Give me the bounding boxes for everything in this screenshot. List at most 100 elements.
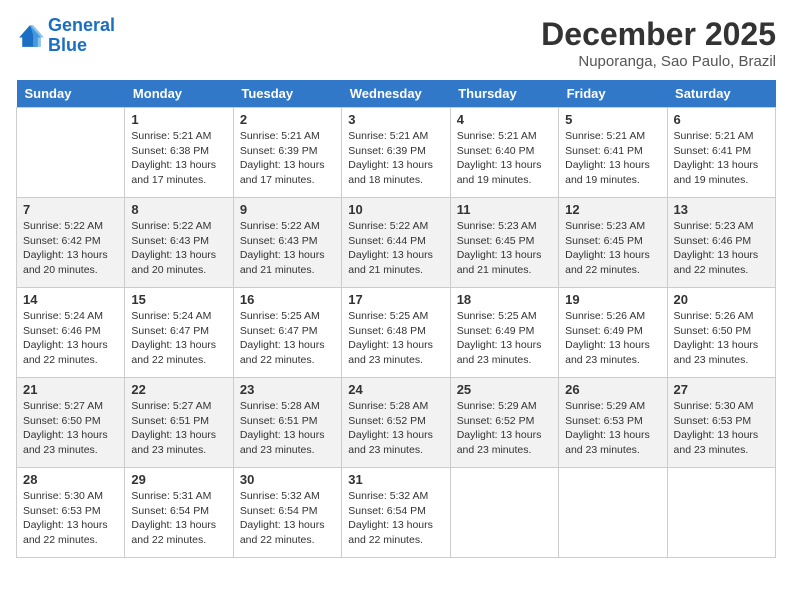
- day-info: Sunrise: 5:22 AMSunset: 6:42 PMDaylight:…: [23, 219, 118, 278]
- calendar-cell: 24 Sunrise: 5:28 AMSunset: 6:52 PMDayligh…: [342, 378, 450, 468]
- day-number: 28: [23, 472, 118, 487]
- calendar-cell: 26 Sunrise: 5:29 AMSunset: 6:53 PMDayligh…: [559, 378, 667, 468]
- calendar-cell: 13 Sunrise: 5:23 AMSunset: 6:46 PMDayligh…: [667, 198, 775, 288]
- calendar-cell: 25 Sunrise: 5:29 AMSunset: 6:52 PMDayligh…: [450, 378, 558, 468]
- day-number: 19: [565, 292, 660, 307]
- day-info: Sunrise: 5:27 AMSunset: 6:51 PMDaylight:…: [131, 399, 226, 458]
- day-info: Sunrise: 5:28 AMSunset: 6:51 PMDaylight:…: [240, 399, 335, 458]
- logo-text: General Blue: [48, 16, 115, 56]
- calendar-cell: 11 Sunrise: 5:23 AMSunset: 6:45 PMDayligh…: [450, 198, 558, 288]
- day-number: 12: [565, 202, 660, 217]
- day-info: Sunrise: 5:24 AMSunset: 6:46 PMDaylight:…: [23, 309, 118, 368]
- day-number: 30: [240, 472, 335, 487]
- day-info: Sunrise: 5:28 AMSunset: 6:52 PMDaylight:…: [348, 399, 443, 458]
- calendar-cell: 31 Sunrise: 5:32 AMSunset: 6:54 PMDayligh…: [342, 468, 450, 558]
- calendar-cell: 15Sunrise: 5:24 AMSunset: 6:47 PMDayligh…: [125, 288, 233, 378]
- page-header: General Blue December 2025 Nuporanga, Sa…: [16, 16, 776, 70]
- day-number: 22: [131, 382, 226, 397]
- calendar-cell: 16 Sunrise: 5:25 AMSunset: 6:47 PMDayligh…: [233, 288, 341, 378]
- calendar-cell: 4 Sunrise: 5:21 AMSunset: 6:40 PMDaylight…: [450, 108, 558, 198]
- day-info: Sunrise: 5:29 AMSunset: 6:53 PMDaylight:…: [565, 399, 660, 458]
- weekday-header: Friday: [559, 80, 667, 108]
- day-info: Sunrise: 5:21 AMSunset: 6:39 PMDaylight:…: [240, 129, 335, 188]
- day-number: 5: [565, 112, 660, 127]
- day-number: 8: [131, 202, 226, 217]
- calendar-table: SundayMondayTuesdayWednesdayThursdayFrid…: [16, 80, 776, 558]
- day-info: Sunrise: 5:22 AMSunset: 6:44 PMDaylight:…: [348, 219, 443, 278]
- calendar-cell: 17 Sunrise: 5:25 AMSunset: 6:48 PMDayligh…: [342, 288, 450, 378]
- calendar-cell: [450, 468, 558, 558]
- calendar-cell: 22 Sunrise: 5:27 AMSunset: 6:51 PMDayligh…: [125, 378, 233, 468]
- calendar-cell: 12 Sunrise: 5:23 AMSunset: 6:45 PMDayligh…: [559, 198, 667, 288]
- day-info: Sunrise: 5:25 AMSunset: 6:47 PMDaylight:…: [240, 309, 335, 368]
- calendar-cell: 1 Sunrise: 5:21 AMSunset: 6:38 PMDaylight…: [125, 108, 233, 198]
- day-number: 18: [457, 292, 552, 307]
- day-info: Sunrise: 5:21 AMSunset: 6:39 PMDaylight:…: [348, 129, 443, 188]
- day-number: 13: [674, 202, 769, 217]
- calendar-cell: 7Sunrise: 5:22 AMSunset: 6:42 PMDaylight…: [17, 198, 125, 288]
- day-number: 24: [348, 382, 443, 397]
- day-number: 31: [348, 472, 443, 487]
- calendar-cell: 8 Sunrise: 5:22 AMSunset: 6:43 PMDaylight…: [125, 198, 233, 288]
- day-number: 4: [457, 112, 552, 127]
- day-info: Sunrise: 5:26 AMSunset: 6:49 PMDaylight:…: [565, 309, 660, 368]
- calendar-cell: 5 Sunrise: 5:21 AMSunset: 6:41 PMDaylight…: [559, 108, 667, 198]
- calendar-week-row: 14 Sunrise: 5:24 AMSunset: 6:46 PMDayligh…: [17, 288, 776, 378]
- day-info: Sunrise: 5:32 AMSunset: 6:54 PMDaylight:…: [240, 489, 335, 548]
- day-number: 11: [457, 202, 552, 217]
- logo-icon: [16, 22, 44, 50]
- day-number: 10: [348, 202, 443, 217]
- day-number: 9: [240, 202, 335, 217]
- day-info: Sunrise: 5:21 AMSunset: 6:40 PMDaylight:…: [457, 129, 552, 188]
- day-info: Sunrise: 5:29 AMSunset: 6:52 PMDaylight:…: [457, 399, 552, 458]
- month-title: December 2025: [541, 16, 776, 53]
- day-info: Sunrise: 5:30 AMSunset: 6:53 PMDaylight:…: [23, 489, 118, 548]
- day-info: Sunrise: 5:26 AMSunset: 6:50 PMDaylight:…: [674, 309, 769, 368]
- day-number: 16: [240, 292, 335, 307]
- calendar-header-row: SundayMondayTuesdayWednesdayThursdayFrid…: [17, 80, 776, 108]
- day-number: 23: [240, 382, 335, 397]
- day-number: 29: [131, 472, 226, 487]
- calendar-cell: 21Sunrise: 5:27 AMSunset: 6:50 PMDayligh…: [17, 378, 125, 468]
- weekday-header: Thursday: [450, 80, 558, 108]
- calendar-cell: 18 Sunrise: 5:25 AMSunset: 6:49 PMDayligh…: [450, 288, 558, 378]
- day-info: Sunrise: 5:25 AMSunset: 6:49 PMDaylight:…: [457, 309, 552, 368]
- day-number: 3: [348, 112, 443, 127]
- calendar-cell: 3 Sunrise: 5:21 AMSunset: 6:39 PMDaylight…: [342, 108, 450, 198]
- calendar-cell: 9Sunrise: 5:22 AMSunset: 6:43 PMDaylight…: [233, 198, 341, 288]
- calendar-cell: [559, 468, 667, 558]
- day-number: 1: [131, 112, 226, 127]
- calendar-cell: 2 Sunrise: 5:21 AMSunset: 6:39 PMDaylight…: [233, 108, 341, 198]
- calendar-cell: [17, 108, 125, 198]
- day-number: 2: [240, 112, 335, 127]
- calendar-cell: [667, 468, 775, 558]
- calendar-week-row: 21Sunrise: 5:27 AMSunset: 6:50 PMDayligh…: [17, 378, 776, 468]
- weekday-header: Saturday: [667, 80, 775, 108]
- day-info: Sunrise: 5:23 AMSunset: 6:45 PMDaylight:…: [457, 219, 552, 278]
- weekday-header: Tuesday: [233, 80, 341, 108]
- day-number: 15: [131, 292, 226, 307]
- calendar-cell: 6Sunrise: 5:21 AMSunset: 6:41 PMDaylight…: [667, 108, 775, 198]
- title-block: December 2025 Nuporanga, Sao Paulo, Braz…: [541, 16, 776, 70]
- day-info: Sunrise: 5:21 AMSunset: 6:38 PMDaylight:…: [131, 129, 226, 188]
- day-info: Sunrise: 5:21 AMSunset: 6:41 PMDaylight:…: [674, 129, 769, 188]
- day-number: 25: [457, 382, 552, 397]
- day-info: Sunrise: 5:27 AMSunset: 6:50 PMDaylight:…: [23, 399, 118, 458]
- day-info: Sunrise: 5:25 AMSunset: 6:48 PMDaylight:…: [348, 309, 443, 368]
- calendar-cell: 29 Sunrise: 5:31 AMSunset: 6:54 PMDayligh…: [125, 468, 233, 558]
- day-info: Sunrise: 5:21 AMSunset: 6:41 PMDaylight:…: [565, 129, 660, 188]
- day-info: Sunrise: 5:31 AMSunset: 6:54 PMDaylight:…: [131, 489, 226, 548]
- day-info: Sunrise: 5:32 AMSunset: 6:54 PMDaylight:…: [348, 489, 443, 548]
- day-info: Sunrise: 5:22 AMSunset: 6:43 PMDaylight:…: [131, 219, 226, 278]
- calendar-cell: 19 Sunrise: 5:26 AMSunset: 6:49 PMDayligh…: [559, 288, 667, 378]
- calendar-cell: 27Sunrise: 5:30 AMSunset: 6:53 PMDayligh…: [667, 378, 775, 468]
- calendar-week-row: 1 Sunrise: 5:21 AMSunset: 6:38 PMDaylight…: [17, 108, 776, 198]
- calendar-cell: 20Sunrise: 5:26 AMSunset: 6:50 PMDayligh…: [667, 288, 775, 378]
- day-number: 26: [565, 382, 660, 397]
- calendar-cell: 23 Sunrise: 5:28 AMSunset: 6:51 PMDayligh…: [233, 378, 341, 468]
- day-info: Sunrise: 5:23 AMSunset: 6:45 PMDaylight:…: [565, 219, 660, 278]
- calendar-week-row: 7Sunrise: 5:22 AMSunset: 6:42 PMDaylight…: [17, 198, 776, 288]
- day-info: Sunrise: 5:23 AMSunset: 6:46 PMDaylight:…: [674, 219, 769, 278]
- day-number: 14: [23, 292, 118, 307]
- day-number: 17: [348, 292, 443, 307]
